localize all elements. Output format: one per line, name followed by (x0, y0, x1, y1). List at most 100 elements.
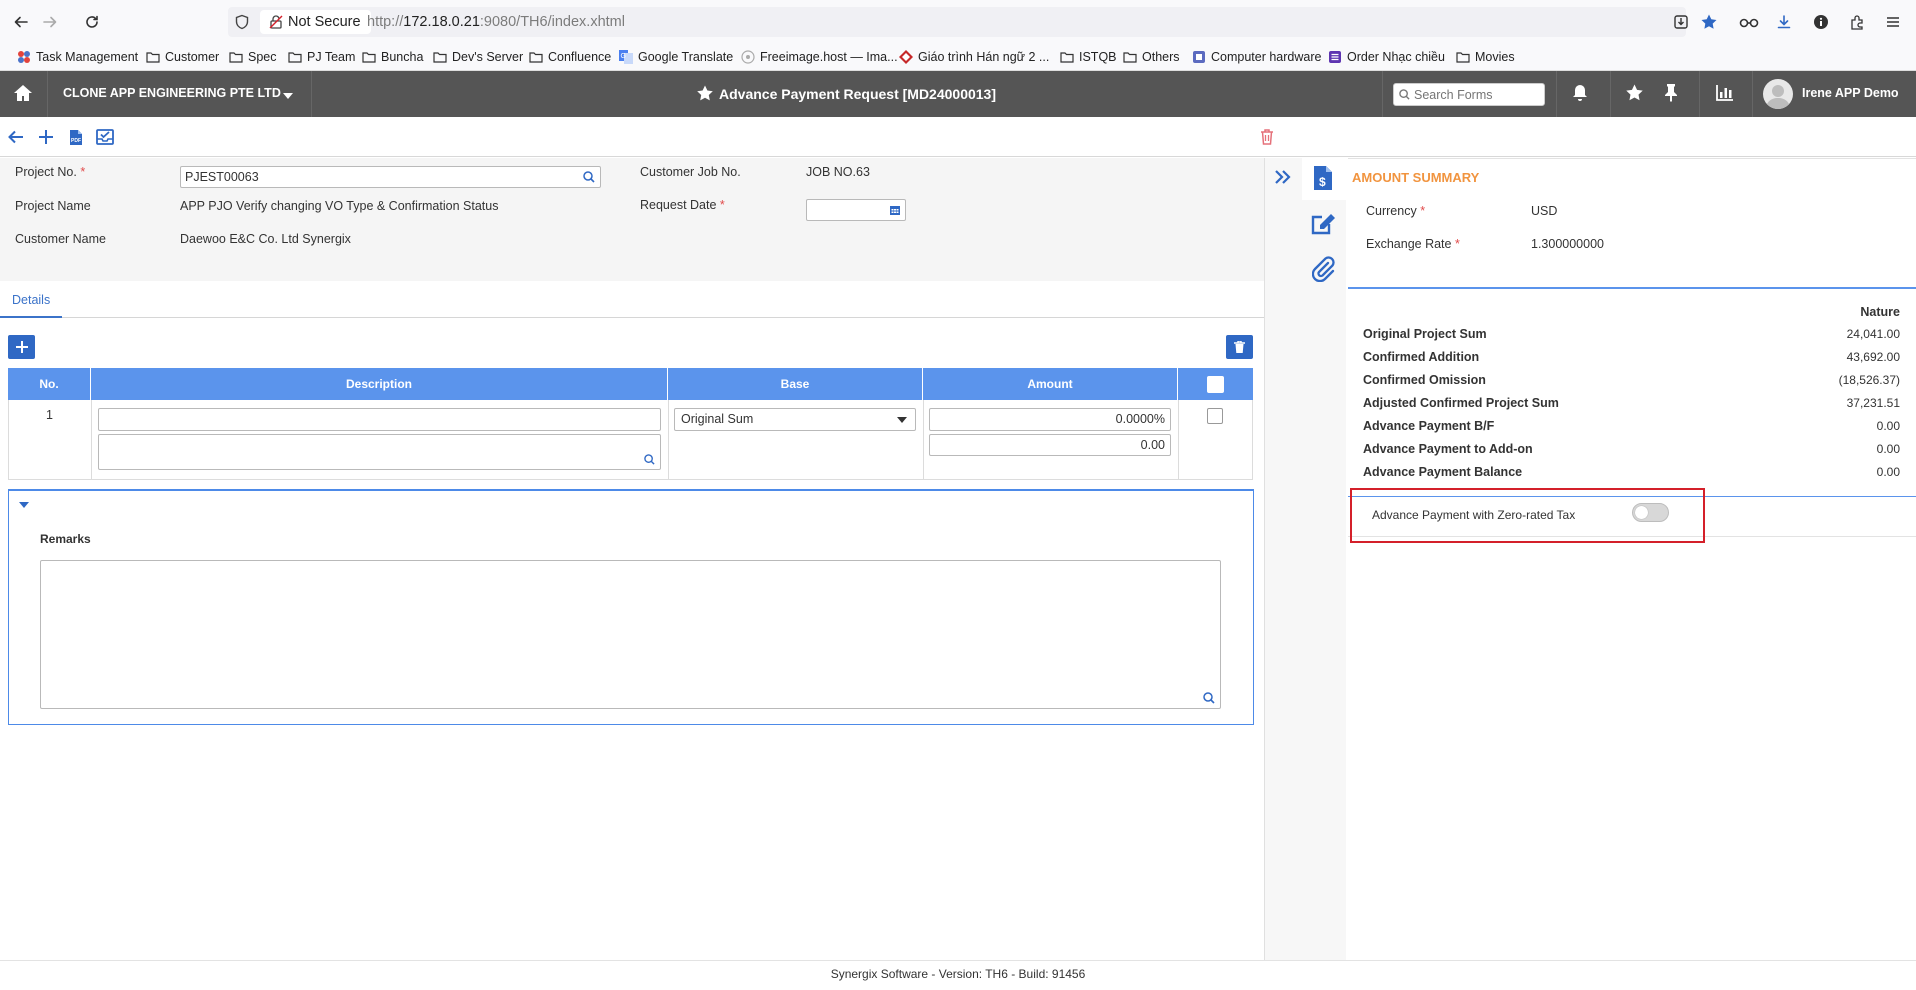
bookmark-item[interactable]: Spec (229, 48, 277, 66)
bookmark-item[interactable]: G Google Translate (619, 48, 733, 66)
select-all-checkbox[interactable] (1207, 375, 1224, 393)
bookmark-item[interactable]: Computer hardware (1192, 48, 1321, 66)
request-date-label: Request Date * (640, 198, 725, 212)
address-bar[interactable]: Not Secure http://172.18.0.21:9080/TH6/i… (228, 7, 1717, 37)
col-header-base: Base (668, 368, 923, 400)
edit-icon[interactable] (1311, 212, 1337, 236)
chart-icon[interactable] (1716, 84, 1734, 101)
base-select[interactable]: Original Sum (674, 408, 916, 431)
not-secure-badge[interactable]: Not Secure (260, 10, 371, 34)
amount-percent-input[interactable]: 0.0000% (929, 408, 1171, 431)
bookmark-item[interactable]: Buncha (362, 48, 423, 66)
summary-title: AMOUNT SUMMARY (1352, 170, 1480, 185)
company-selector[interactable]: CLONE APP ENGINEERING PTE LTD (63, 86, 281, 100)
pdf-icon[interactable]: PDF (66, 127, 86, 147)
request-date-field[interactable] (806, 199, 906, 221)
bookmark-label: Buncha (381, 50, 424, 64)
invoice-dollar-icon[interactable]: $ (1313, 165, 1333, 191)
folder-icon (146, 51, 160, 63)
forward-icon[interactable] (38, 10, 62, 34)
bookmark-item[interactable]: ISTQB (1060, 48, 1117, 66)
bookmark-item[interactable]: Giáo trình Hán ngữ 2 ... (899, 48, 1049, 66)
attachment-paperclip-icon[interactable] (1312, 256, 1336, 282)
description-input[interactable] (98, 408, 661, 431)
info-icon[interactable] (1809, 10, 1833, 34)
shield-icon[interactable] (234, 14, 250, 30)
bookmark-item[interactable]: Confluence (529, 48, 611, 66)
summary-table: Nature Original Project Sum 24,041.00 Conf… (1348, 289, 1916, 497)
currency-label: Currency * (1366, 204, 1425, 218)
folder-icon (1456, 51, 1470, 63)
folder-icon (1123, 51, 1137, 63)
chevron-down-icon[interactable] (282, 92, 294, 100)
bookmark-label: Customer (165, 50, 220, 64)
bookmark-item[interactable]: Customer (146, 48, 219, 66)
required-mark: * (1454, 237, 1460, 251)
home-icon[interactable] (13, 84, 33, 102)
bookmark-item[interactable]: Order Nhạc chiều (1328, 48, 1445, 66)
summary-column-header: Nature (1860, 305, 1900, 319)
description-detail-input[interactable] (98, 434, 661, 470)
url-text: http://172.18.0.21:9080/TH6/index.xhtml (367, 7, 625, 37)
currency-label-text: Currency (1366, 204, 1417, 218)
collapse-toggle-icon[interactable] (19, 502, 29, 508)
row-select-checkbox[interactable] (1207, 408, 1223, 424)
bookmark-item[interactable]: Freeimage.host — Ima... (741, 48, 898, 66)
remarks-search-icon[interactable] (1203, 692, 1215, 704)
incognito-icon[interactable] (1737, 10, 1761, 34)
save-page-icon[interactable] (1673, 14, 1689, 30)
favorite-star-icon[interactable] (696, 85, 714, 102)
calendar-icon[interactable] (889, 204, 901, 216)
summary-row-value: 24,041.00 (1846, 327, 1900, 341)
bookmark-item[interactable]: Task Management (17, 48, 138, 66)
add-icon[interactable] (36, 127, 56, 147)
request-date-label-text: Request Date (640, 198, 717, 212)
col-header-description: Description (91, 368, 668, 400)
project-no-field[interactable]: PJEST00063 (180, 166, 601, 188)
description-search-icon[interactable] (644, 454, 655, 465)
back-arrow-icon[interactable] (6, 127, 26, 147)
browser-toolbar: Not Secure http://172.18.0.21:9080/TH6/i… (0, 0, 1916, 44)
menu-icon[interactable] (1881, 10, 1905, 34)
bookmark-label: Task Management (36, 50, 139, 64)
bookmark-item[interactable]: Dev's Server (433, 48, 523, 66)
project-no-label: Project No. * (15, 165, 85, 179)
approve-inbox-icon[interactable] (95, 127, 115, 147)
insecure-lock-icon (268, 14, 284, 30)
project-search-icon[interactable] (583, 171, 595, 183)
user-name[interactable]: Irene APP Demo (1802, 86, 1899, 100)
delete-row-button[interactable] (1226, 335, 1253, 359)
summary-row-value: 43,692.00 (1846, 350, 1900, 364)
collapse-panel-icon[interactable] (1274, 169, 1292, 185)
reload-icon[interactable] (80, 10, 104, 34)
summary-row-label: Original Project Sum (1363, 327, 1487, 341)
summary-row-value: 37,231.51 (1846, 396, 1900, 410)
svg-text:G: G (621, 53, 626, 60)
search-forms-input[interactable] (1393, 83, 1545, 106)
highlight-annotation (1350, 488, 1705, 543)
bookmark-item[interactable]: PJ Team (288, 48, 355, 66)
amount-value-input[interactable]: 0.00 (929, 434, 1171, 456)
base-dropdown-icon[interactable] (897, 417, 907, 423)
extensions-icon[interactable] (1845, 10, 1869, 34)
back-icon[interactable] (9, 10, 33, 34)
url-host: 172.18.0.21 (403, 14, 480, 30)
notifications-bell-icon[interactable] (1572, 84, 1588, 102)
avatar[interactable] (1763, 79, 1793, 109)
translate-icon: G (619, 50, 633, 64)
bookmark-item[interactable]: Others (1123, 48, 1180, 66)
project-no-value: PJEST00063 (185, 170, 259, 184)
downloads-icon[interactable] (1772, 10, 1796, 34)
project-no-label-text: Project No. (15, 165, 77, 179)
bookmark-star-icon[interactable] (1700, 13, 1718, 31)
row-number: 1 (46, 408, 53, 422)
add-row-button[interactable] (8, 335, 35, 359)
remarks-textarea[interactable] (40, 560, 1221, 709)
bookmark-item[interactable]: Movies (1456, 48, 1515, 66)
customer-name-value: Daewoo E&C Co. Ltd Synergix (180, 232, 351, 246)
pin-icon[interactable] (1663, 83, 1679, 102)
delete-trash-icon[interactable] (1257, 127, 1277, 147)
favorites-star-icon[interactable] (1625, 84, 1644, 102)
exchange-rate-value: 1.300000000 (1531, 237, 1604, 251)
tab-details[interactable]: Details (0, 282, 63, 318)
